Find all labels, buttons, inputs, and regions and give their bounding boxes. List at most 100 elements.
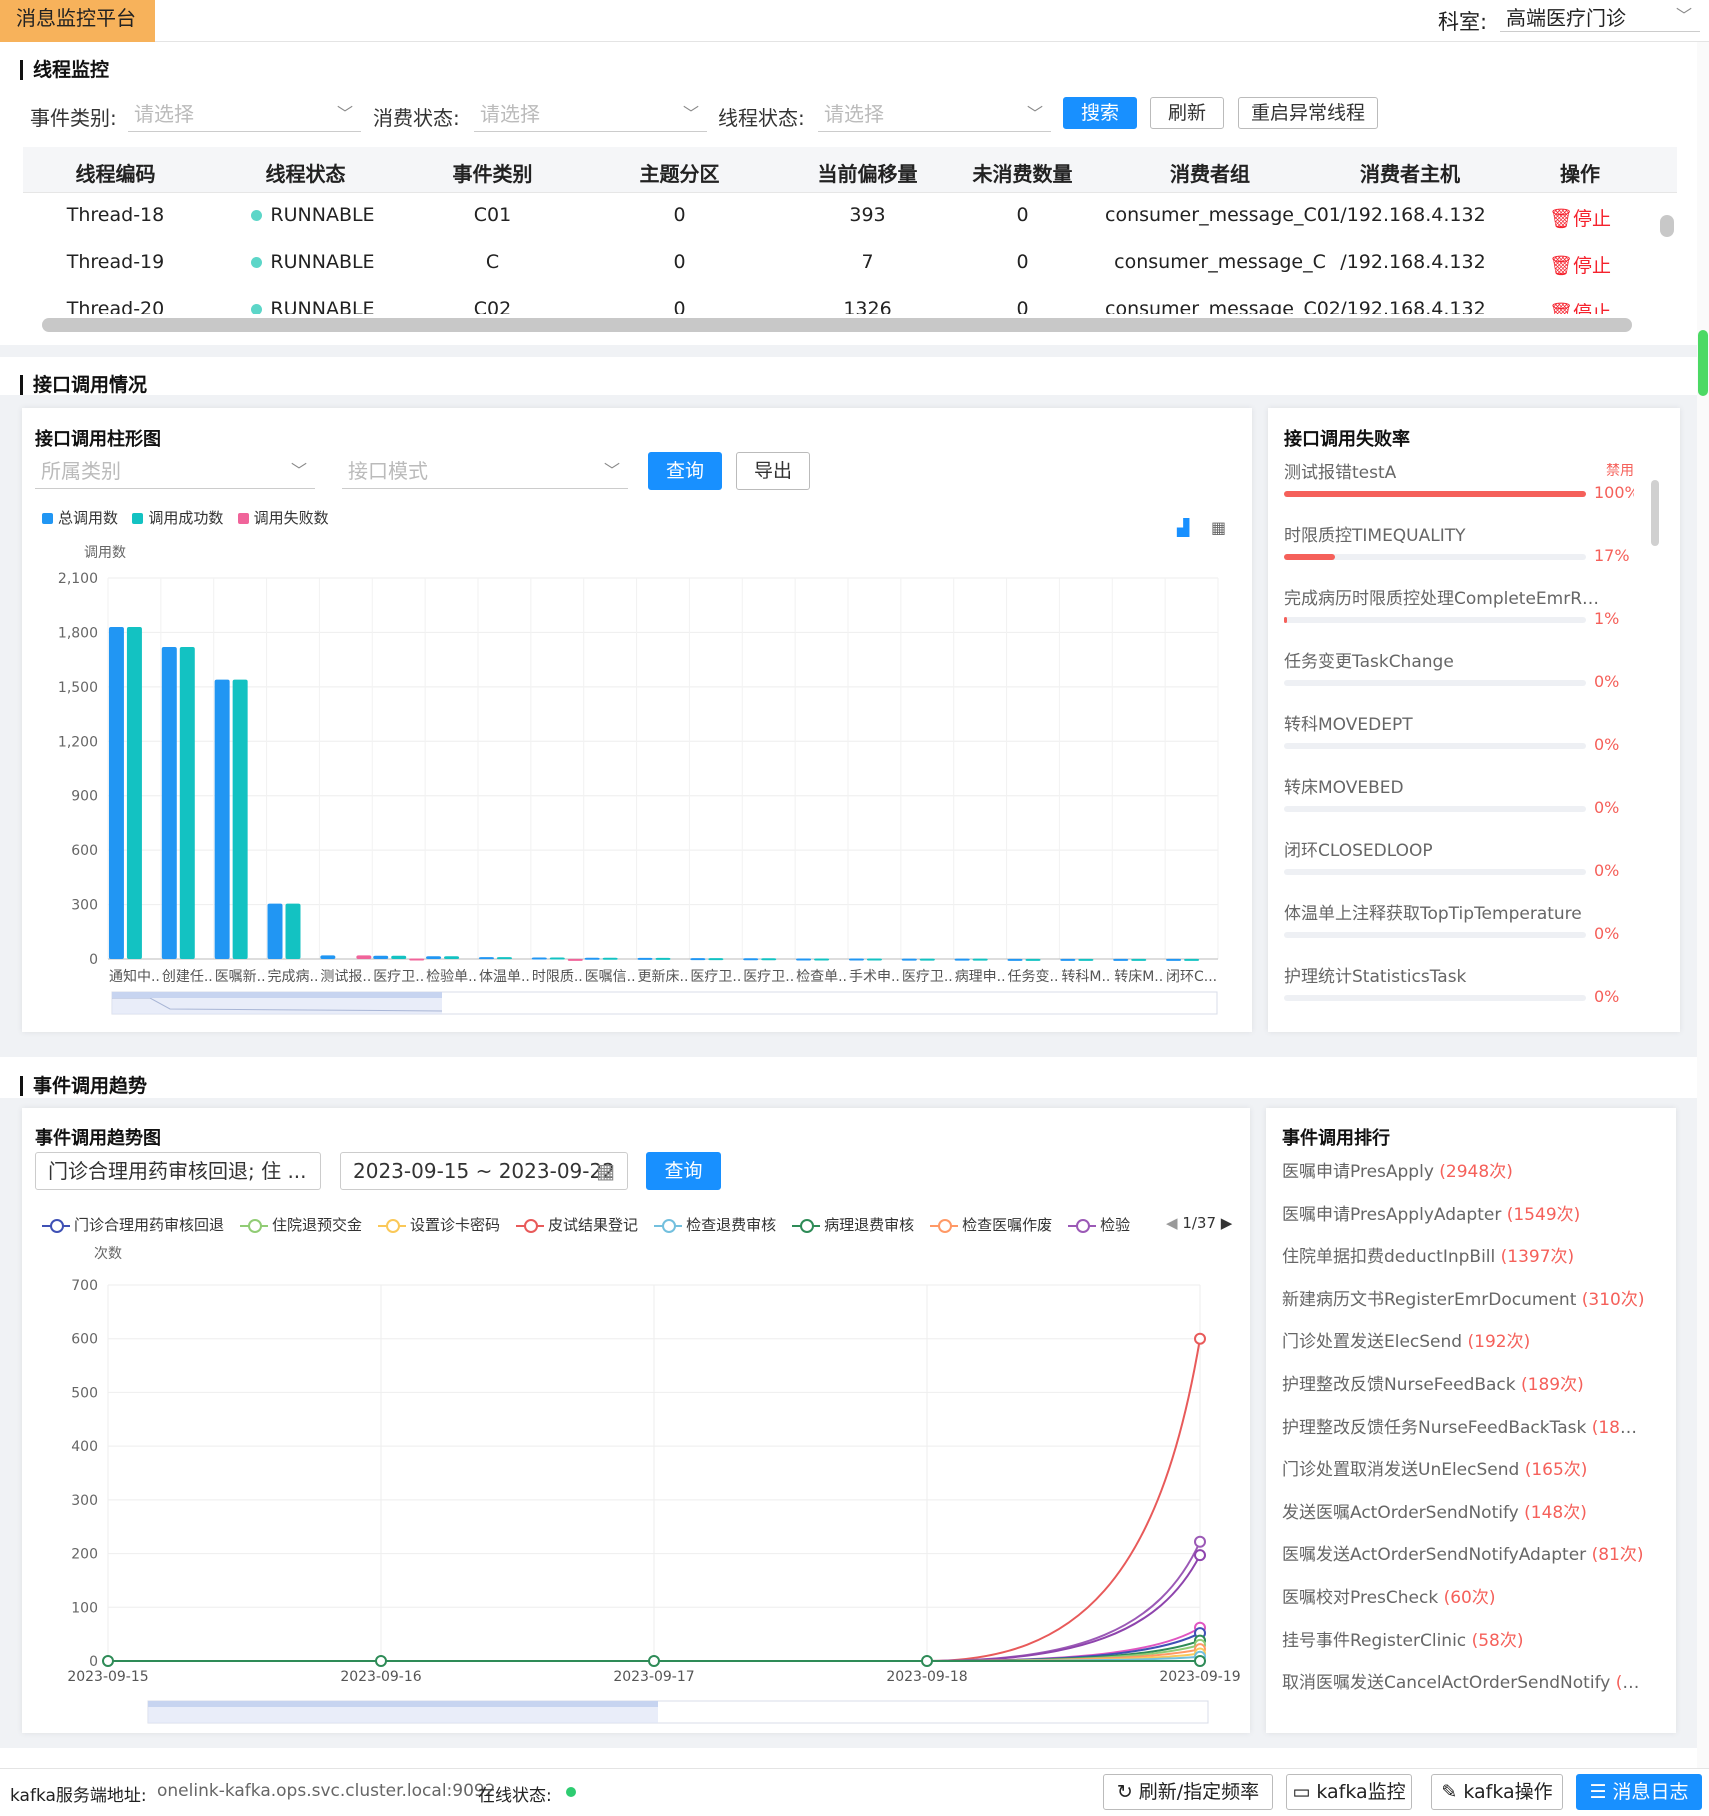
legend-item-success[interactable]: 调用成功数 bbox=[132, 509, 223, 527]
fail-list-scrollbar[interactable] bbox=[1651, 480, 1659, 546]
refresh-button[interactable]: 刷新 bbox=[1150, 97, 1224, 129]
page-scrollbar[interactable] bbox=[1697, 42, 1709, 1816]
stop-button[interactable]: 🗑停止 bbox=[1520, 298, 1640, 314]
fail-rate-percent: 0% bbox=[1594, 987, 1620, 1006]
trend-legend-item[interactable]: 住院退预交金 bbox=[240, 1214, 362, 1235]
bar bbox=[690, 958, 706, 961]
cell-partition: 0 bbox=[673, 251, 686, 273]
bar bbox=[1166, 958, 1182, 961]
table-row: Thread-20 RUNNABLE C02 0 1326 0 consumer… bbox=[23, 298, 1663, 314]
fail-rate-item[interactable]: 测试报错testA 禁用 100% bbox=[1284, 458, 1634, 518]
event-multi-select[interactable]: 门诊合理用药审核回退; 住 ... bbox=[35, 1152, 321, 1190]
legend-label: 调用失败数 bbox=[253, 509, 329, 527]
rank-item[interactable]: 新建病历文书RegisterEmrDocument (310次) bbox=[1282, 1285, 1647, 1310]
fail-rate-percent: 17% bbox=[1594, 546, 1630, 565]
legend-swatch bbox=[237, 513, 249, 524]
fail-rate-item[interactable]: 闭环CLOSEDLOOP 0% bbox=[1284, 836, 1634, 896]
mode-select[interactable]: 接口模式 ﹀ bbox=[342, 453, 628, 489]
fail-rate-item[interactable]: 体温单上注释获取TopTipTemperature 0% bbox=[1284, 899, 1634, 959]
fail-rate-item[interactable]: 护理统计StatisticsTask 0% bbox=[1284, 962, 1634, 1018]
page-scrollbar-thumb[interactable] bbox=[1698, 330, 1708, 396]
cell-unconsumed: 0 bbox=[1016, 298, 1029, 314]
trend-legend-label: 检查医嘱作废 bbox=[962, 1216, 1053, 1234]
filter-event-type-select[interactable]: 请选择 ﹀ bbox=[128, 96, 361, 132]
rank-item[interactable]: 医嘱申请PresApplyAdapter (1549次) bbox=[1282, 1200, 1647, 1225]
app-logo: 消息监控平台 bbox=[0, 0, 155, 42]
date-range-picker[interactable]: 2023-09-15 ~ 2023-09-22 ▦ bbox=[340, 1152, 628, 1190]
category-select[interactable]: 所属类别 ﹀ bbox=[35, 453, 315, 489]
legend-label: 总调用数 bbox=[58, 509, 119, 527]
trend-legend-item[interactable]: 设置诊卡密码 bbox=[378, 1214, 500, 1235]
x-tick-label: 医嘱信.. bbox=[585, 969, 636, 985]
rank-item[interactable]: 取消医嘱发送CancelActOrderSendNotify (41… bbox=[1282, 1668, 1647, 1693]
rank-item[interactable]: 医嘱发送ActOrderSendNotifyAdapter (81次) bbox=[1282, 1540, 1647, 1565]
trend-legend-item[interactable]: 病理退费审核 bbox=[792, 1214, 914, 1235]
y-tick-label: 200 bbox=[71, 1547, 98, 1563]
legend-circle-icon bbox=[50, 1218, 64, 1233]
rank-item[interactable]: 挂号事件RegisterClinic (58次) bbox=[1282, 1626, 1647, 1651]
fail-rate-item[interactable]: 时限质控TIMEQUALITY 17% bbox=[1284, 521, 1634, 581]
bar bbox=[1060, 958, 1076, 961]
trend-legend-item[interactable]: 检查退费审核 bbox=[654, 1214, 776, 1235]
rank-item[interactable]: 门诊处置发送ElecSend (192次) bbox=[1282, 1327, 1647, 1352]
legend-circle-icon bbox=[248, 1218, 263, 1233]
cell-consumer-host: /192.168.4.132 bbox=[1340, 204, 1486, 226]
y-tick-label: 300 bbox=[71, 898, 98, 914]
kafka-operate-button[interactable]: ✎ kafka操作 bbox=[1431, 1774, 1563, 1810]
table-vertical-scrollbar[interactable] bbox=[1660, 215, 1674, 237]
table-row: Thread-19 RUNNABLE C 0 7 0 consumer_mess… bbox=[23, 251, 1663, 291]
data-zoom-handle-bar bbox=[148, 1701, 658, 1707]
fail-rate-name: 转科MOVEDEPT bbox=[1284, 715, 1413, 735]
filter-thread-status-select[interactable]: 请选择 ﹀ bbox=[818, 96, 1051, 132]
table-horizontal-scrollbar[interactable] bbox=[42, 318, 1632, 332]
trend-query-button[interactable]: 查询 bbox=[646, 1152, 721, 1190]
rank-item[interactable]: 护理整改反馈NurseFeedBack (189次) bbox=[1282, 1370, 1647, 1395]
trend-legend-item[interactable]: 皮试结果登记 bbox=[516, 1214, 638, 1235]
bar-card-title: 接口调用柱形图 bbox=[35, 429, 161, 450]
col-thread-code: 线程编码 bbox=[75, 162, 156, 186]
prev-page-icon[interactable]: ◀ bbox=[1166, 1214, 1182, 1232]
stop-button[interactable]: 🗑停止 bbox=[1520, 204, 1640, 231]
legend-item-total[interactable]: 总调用数 bbox=[42, 509, 118, 527]
bar-query-button[interactable]: 查询 bbox=[648, 452, 722, 490]
filter-consume-status-select[interactable]: 请选择 ﹀ bbox=[474, 96, 707, 132]
stop-button[interactable]: 🗑停止 bbox=[1520, 251, 1640, 278]
fail-rate-item[interactable]: 转科MOVEDEPT 0% bbox=[1284, 710, 1634, 770]
trend-legend-item[interactable]: 检查医嘱作废 bbox=[930, 1214, 1052, 1235]
fail-rate-list: 测试报错testA 禁用 100% 时限质控TIMEQUALITY 17% 完成病历时限质… bbox=[1284, 458, 1634, 1018]
rank-item[interactable]: 住院单据扣费deductInpBill (1397次) bbox=[1282, 1242, 1647, 1267]
fail-rate-item[interactable]: 转床MOVEBED 0% bbox=[1284, 773, 1634, 833]
rank-item[interactable]: 医嘱校对PresCheck (60次) bbox=[1282, 1583, 1647, 1608]
rank-item[interactable]: 发送医嘱ActOrderSendNotify (148次) bbox=[1282, 1498, 1647, 1523]
legend-item-fail[interactable]: 调用失败数 bbox=[237, 509, 329, 527]
bar bbox=[761, 958, 777, 961]
col-thread-status: 线程状态 bbox=[265, 162, 346, 186]
trend-legend-item[interactable]: 检验 bbox=[1068, 1214, 1130, 1235]
cell-event-type: C bbox=[485, 251, 500, 273]
y-tick-label: 0 bbox=[89, 952, 98, 968]
restart-threads-button[interactable]: 重启异常线程 bbox=[1238, 97, 1378, 129]
rank-item[interactable]: 医嘱申请PresApply (2948次) bbox=[1282, 1157, 1647, 1182]
bar bbox=[108, 626, 124, 959]
trash-icon: 🗑 bbox=[1548, 255, 1574, 277]
bar bbox=[285, 903, 301, 959]
fail-rate-name: 时限质控TIMEQUALITY bbox=[1284, 526, 1466, 546]
trend-card-title: 事件调用趋势图 bbox=[35, 1128, 161, 1149]
trend-legend-item[interactable]: 门诊合理用药审核回退 bbox=[42, 1214, 224, 1235]
chevron-down-icon: ﹀ bbox=[1026, 104, 1043, 123]
x-tick-label: 创建任.. bbox=[162, 969, 213, 985]
dept-select[interactable]: 高端医疗门诊 ﹀ bbox=[1500, 2, 1700, 32]
kafka-monitor-button[interactable]: ▭ kafka监控 bbox=[1286, 1774, 1412, 1810]
fail-rate-item[interactable]: 完成病历时限质控处理CompleteEmrR… 1% bbox=[1284, 584, 1634, 644]
search-button[interactable]: 搜索 bbox=[1063, 97, 1137, 129]
rank-item[interactable]: 护理整改反馈任务NurseFeedBackTask (189… bbox=[1282, 1413, 1647, 1438]
refresh-frequency-button[interactable]: ↻ 刷新/指定频率 bbox=[1103, 1774, 1273, 1810]
x-tick-label: 医嘱新.. bbox=[215, 969, 266, 985]
rank-item[interactable]: 门诊处置取消发送UnElecSend (165次) bbox=[1282, 1455, 1647, 1480]
x-tick-label: 测试报.. bbox=[320, 969, 371, 985]
next-page-icon[interactable]: ▶ bbox=[1216, 1214, 1233, 1232]
fail-rate-item[interactable]: 任务变更TaskChange 0% bbox=[1284, 647, 1634, 707]
y-tick-label: 1,200 bbox=[58, 734, 98, 750]
export-button[interactable]: 导出 bbox=[736, 452, 810, 490]
message-log-button[interactable]: ☰ 消息日志 bbox=[1576, 1774, 1702, 1810]
